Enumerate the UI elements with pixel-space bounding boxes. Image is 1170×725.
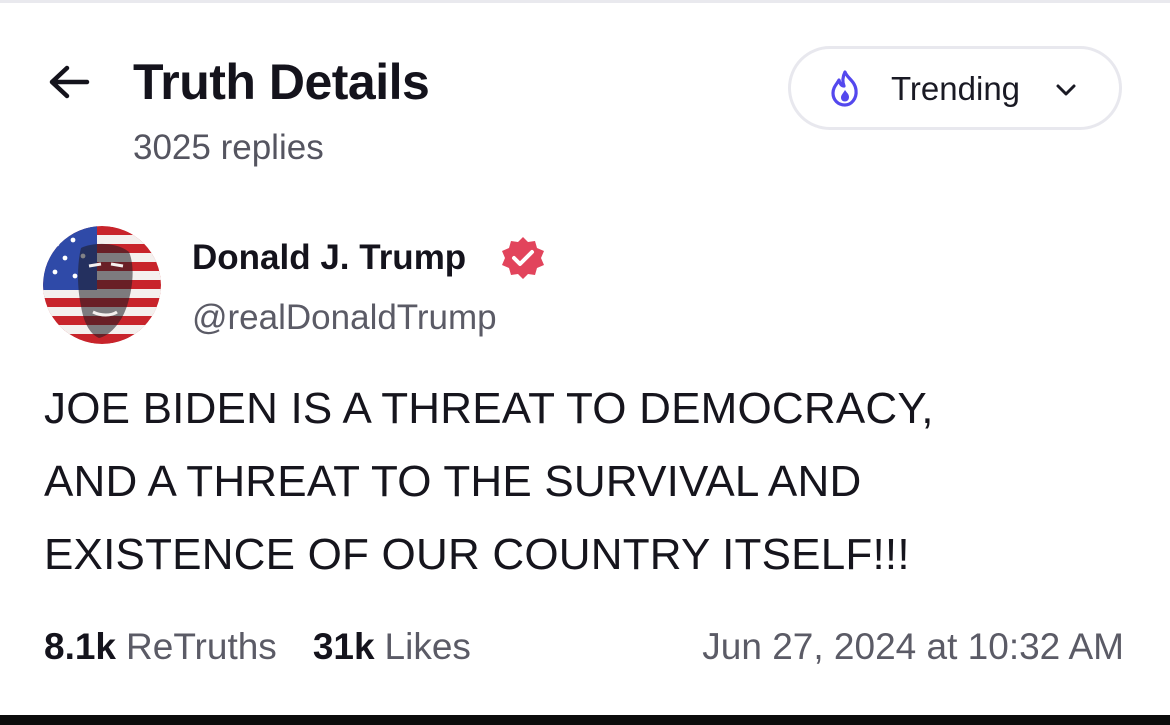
post-line: AND A THREAT TO THE SURVIVAL AND <box>44 457 862 506</box>
verified-badge-icon <box>502 237 544 279</box>
author-name[interactable]: Donald J. Trump <box>192 236 466 280</box>
bottom-edge <box>0 715 1170 725</box>
likes-stat[interactable]: 31k Likes <box>313 624 471 670</box>
post-line: JOE BIDEN IS A THREAT TO DEMOCRACY, <box>44 384 934 433</box>
avatar[interactable] <box>43 226 161 344</box>
sort-label: Trending <box>891 70 1021 107</box>
retruths-label: ReTruths <box>126 626 277 667</box>
top-divider <box>0 0 1170 3</box>
likes-label: Likes <box>384 626 471 667</box>
avatar-image <box>43 226 161 344</box>
page-title: Truth Details <box>133 54 430 110</box>
back-button[interactable] <box>44 60 94 104</box>
arrow-left-icon <box>49 65 90 99</box>
retruths-stat[interactable]: 8.1k ReTruths <box>44 624 277 670</box>
author-handle[interactable]: @realDonaldTrump <box>192 296 497 340</box>
post-line: EXISTENCE OF OUR COUNTRY ITSELF!!! <box>44 530 910 579</box>
post-body: JOE BIDEN IS A THREAT TO DEMOCRACY, AND … <box>44 372 1134 591</box>
likes-count: 31k <box>312 626 375 667</box>
post-stats: 8.1k ReTruths 31k Likes <box>44 624 471 670</box>
retruths-count: 8.1k <box>44 626 117 667</box>
chevron-down-icon <box>1056 84 1076 96</box>
sort-dropdown-button[interactable]: Trending <box>788 46 1122 130</box>
reply-count: 3025 replies <box>133 128 324 167</box>
flame-icon <box>831 70 858 107</box>
post-timestamp: Jun 27, 2024 at 10:32 AM <box>702 626 1124 667</box>
